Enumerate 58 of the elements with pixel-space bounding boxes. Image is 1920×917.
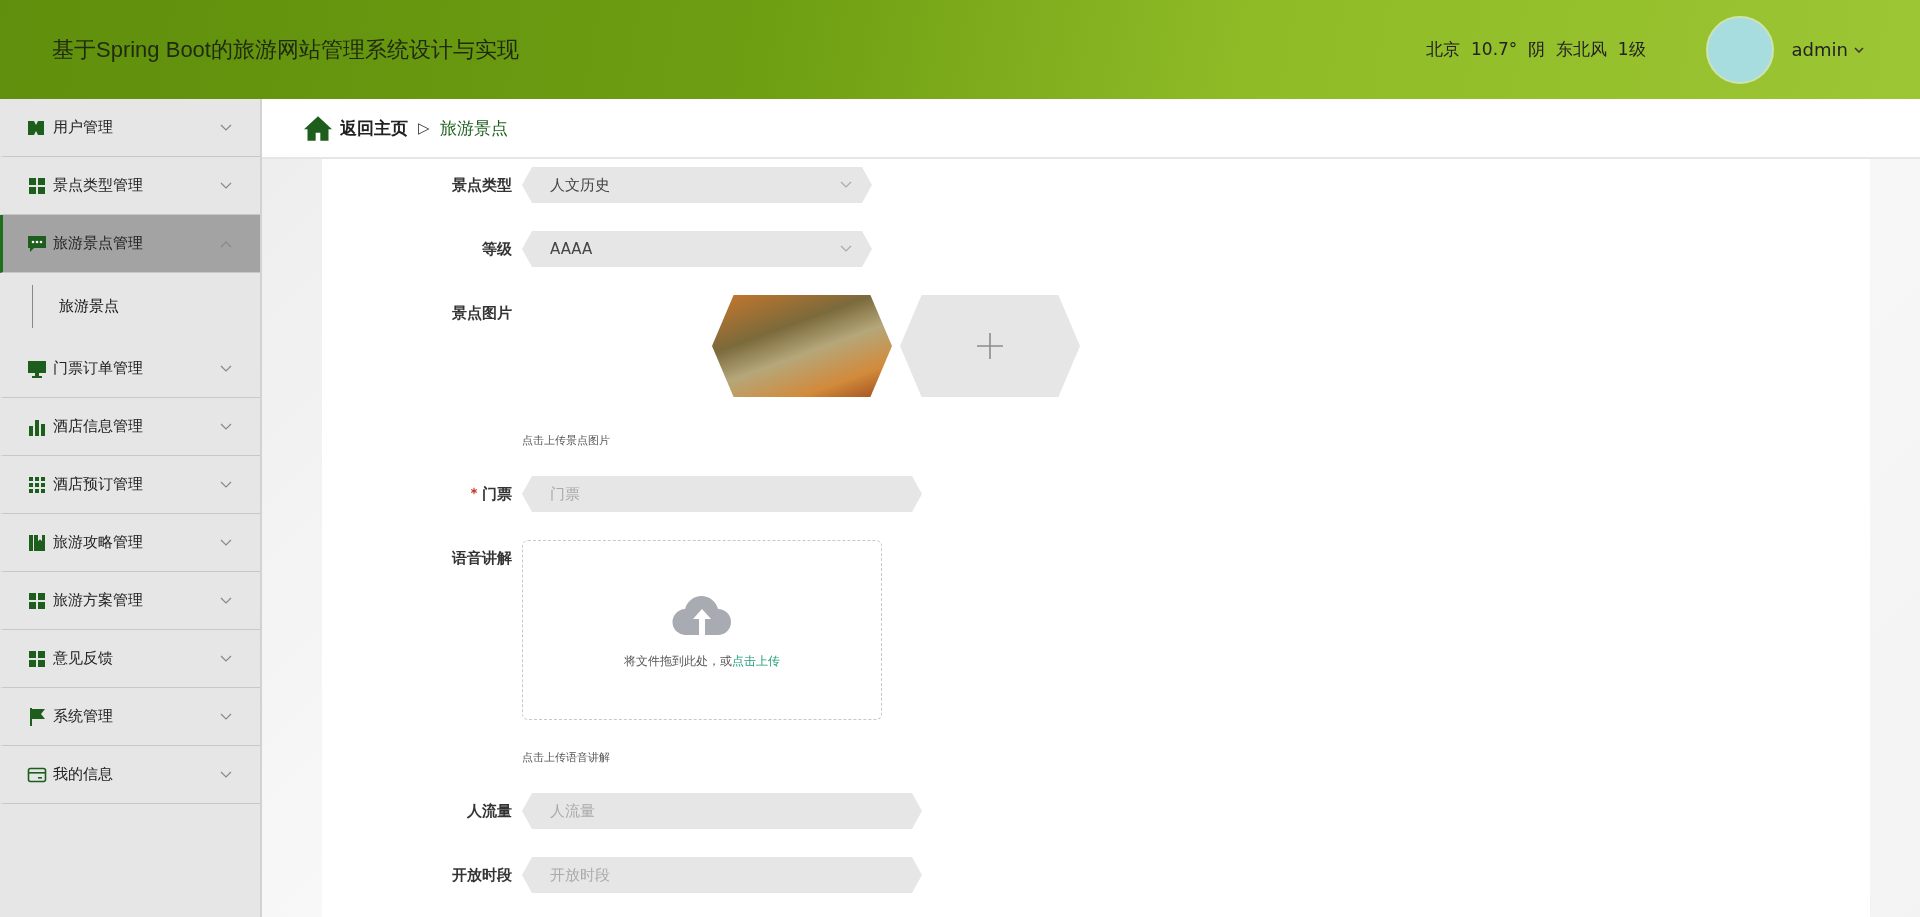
- chevron-icon: [220, 712, 232, 721]
- sidebar-item[interactable]: 用户管理: [0, 99, 260, 157]
- required-asterisk-icon: [470, 487, 478, 495]
- chat-icon: [27, 233, 47, 254]
- chevron-icon: [220, 538, 232, 547]
- field-label: 语音讲解: [450, 548, 513, 569]
- chevron-icon: [220, 181, 232, 190]
- flag-icon: [27, 706, 47, 727]
- chevron-icon: [220, 654, 232, 663]
- chevron-icon: [220, 239, 232, 248]
- upload-hint: 点击上传语音讲解: [522, 750, 611, 765]
- chevron-icon: [220, 770, 232, 779]
- upload-hint: 点击上传景点图片: [522, 433, 611, 448]
- sidebar-item[interactable]: 门票订单管理: [0, 340, 260, 398]
- field-label: 人流量: [466, 801, 513, 822]
- field-label: 等级: [481, 239, 513, 260]
- sidebar-item[interactable]: 旅游方案管理: [0, 572, 260, 630]
- home-icon: [304, 115, 332, 141]
- chevron-icon: [220, 422, 232, 431]
- app-title: 基于Spring Boot的旅游网站管理系统设计与实现: [52, 35, 519, 64]
- sidebar-item[interactable]: 我的信息: [0, 746, 260, 804]
- field-label: 景点类型: [451, 175, 513, 196]
- upload-link[interactable]: 点击上传: [732, 653, 780, 668]
- field-label: 景点图片: [451, 303, 513, 324]
- sidebar-item[interactable]: 旅游景点管理: [0, 215, 260, 273]
- grid-icon: [27, 175, 47, 196]
- user-menu-button[interactable]: admin: [1787, 35, 1868, 64]
- sidebar-item[interactable]: 旅游攻略管理: [0, 514, 260, 572]
- field-label: 开放时段: [451, 865, 513, 886]
- home-link[interactable]: 返回主页: [340, 116, 408, 140]
- select-field[interactable]: 人文历史: [522, 167, 872, 203]
- sidebar-item[interactable]: 意见反馈: [0, 630, 260, 688]
- book-icon: [27, 532, 47, 553]
- separator-icon: ▷: [418, 119, 430, 137]
- chevron-icon: [220, 364, 232, 373]
- input-field[interactable]: 门票: [522, 476, 922, 512]
- caret-icon: [840, 181, 852, 189]
- input-field[interactable]: 开放时段: [522, 857, 922, 893]
- drop-instruction: 将文件拖到此处，或点击上传: [624, 652, 780, 670]
- monitor-icon: [27, 358, 47, 379]
- chevron-icon: [220, 596, 232, 605]
- weather-text: 北京 10.7° 阴 东北风 1级: [1426, 38, 1646, 61]
- current-page: 旅游景点: [439, 116, 508, 140]
- select-field[interactable]: AAAA: [522, 231, 872, 267]
- grid-icon: [27, 648, 47, 669]
- grid-icon: [27, 474, 47, 495]
- grid-icon: [27, 590, 47, 611]
- submenu-item[interactable]: 旅游景点: [32, 285, 260, 328]
- file-drop-zone[interactable]: 将文件拖到此处，或点击上传: [522, 540, 882, 720]
- caret-icon: [1854, 46, 1864, 53]
- caret-icon: [840, 245, 852, 253]
- chevron-icon: [220, 480, 232, 489]
- sidebar-item[interactable]: 酒店信息管理: [0, 398, 260, 456]
- plus-icon: [977, 333, 1003, 359]
- sidebar-item[interactable]: 酒店预订管理: [0, 456, 260, 514]
- sidebar-item[interactable]: 系统管理: [0, 688, 260, 746]
- chevron-icon: [220, 123, 232, 132]
- field-label: 门票: [322, 476, 522, 512]
